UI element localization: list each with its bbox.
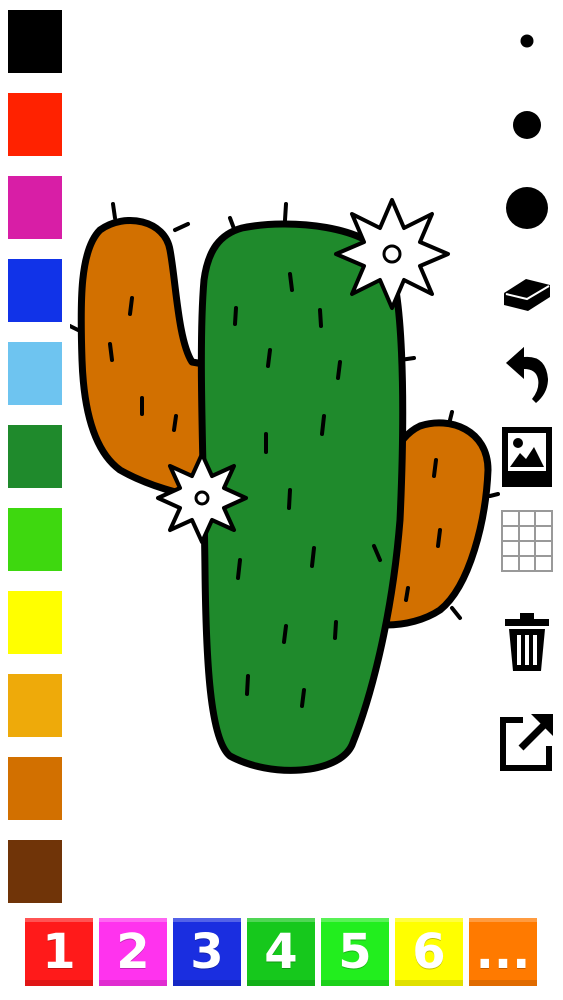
small-dot-icon — [520, 34, 534, 48]
page-tile-label: ... — [475, 924, 531, 980]
page-tile-4[interactable]: 4 — [247, 918, 315, 986]
image-button[interactable] — [496, 424, 558, 490]
grid-button[interactable] — [496, 508, 558, 574]
flower-top — [334, 198, 450, 310]
cactus-drawing — [68, 198, 500, 774]
trash-button[interactable] — [496, 606, 558, 678]
page-tile-3[interactable]: 3 — [173, 918, 241, 986]
large-dot-icon — [506, 187, 548, 229]
image-icon — [502, 427, 552, 487]
color-swatch-orange[interactable] — [8, 674, 62, 737]
page-selector: 1 2 3 4 5 6 ... — [25, 918, 541, 988]
drawing-canvas[interactable] — [68, 190, 500, 790]
brush-size-medium-button[interactable] — [496, 100, 558, 150]
eraser-button[interactable] — [496, 265, 558, 321]
page-tile-1[interactable]: 1 — [25, 918, 93, 986]
color-swatch-dark-green[interactable] — [8, 425, 62, 488]
color-swatch-dark-orange[interactable] — [8, 757, 62, 820]
page-tile-6[interactable]: 6 — [395, 918, 463, 986]
undo-icon — [506, 347, 548, 403]
page-tile-5[interactable]: 5 — [321, 918, 389, 986]
page-tile-label: 5 — [338, 924, 372, 980]
color-swatch-blue[interactable] — [8, 259, 62, 322]
brush-size-large-button[interactable] — [496, 178, 558, 238]
color-swatch-magenta[interactable] — [8, 176, 62, 239]
tool-bar — [496, 0, 558, 800]
medium-dot-icon — [513, 111, 541, 139]
page-tile-label: 4 — [264, 924, 298, 980]
grid-icon — [501, 510, 553, 572]
trash-icon — [505, 613, 549, 671]
page-tile-2[interactable]: 2 — [99, 918, 167, 986]
undo-button[interactable] — [496, 342, 558, 408]
color-swatch-black[interactable] — [8, 10, 62, 73]
color-swatch-yellow[interactable] — [8, 591, 62, 654]
page-tile-label: 3 — [190, 924, 224, 980]
cactus-left-arm — [77, 216, 219, 504]
page-tile-label: 2 — [116, 924, 150, 980]
page-tile-label: 1 — [42, 924, 76, 980]
color-swatch-red[interactable] — [8, 93, 62, 156]
page-tile-more[interactable]: ... — [469, 918, 537, 986]
share-icon — [500, 714, 553, 771]
color-swatch-brown[interactable] — [8, 840, 62, 903]
flower-left — [156, 452, 248, 544]
brush-size-small-button[interactable] — [496, 22, 558, 60]
page-tile-label: 6 — [412, 924, 446, 980]
color-swatch-green[interactable] — [8, 508, 62, 571]
eraser-icon — [504, 279, 550, 311]
color-swatch-light-blue[interactable] — [8, 342, 62, 405]
share-button[interactable] — [496, 706, 558, 776]
